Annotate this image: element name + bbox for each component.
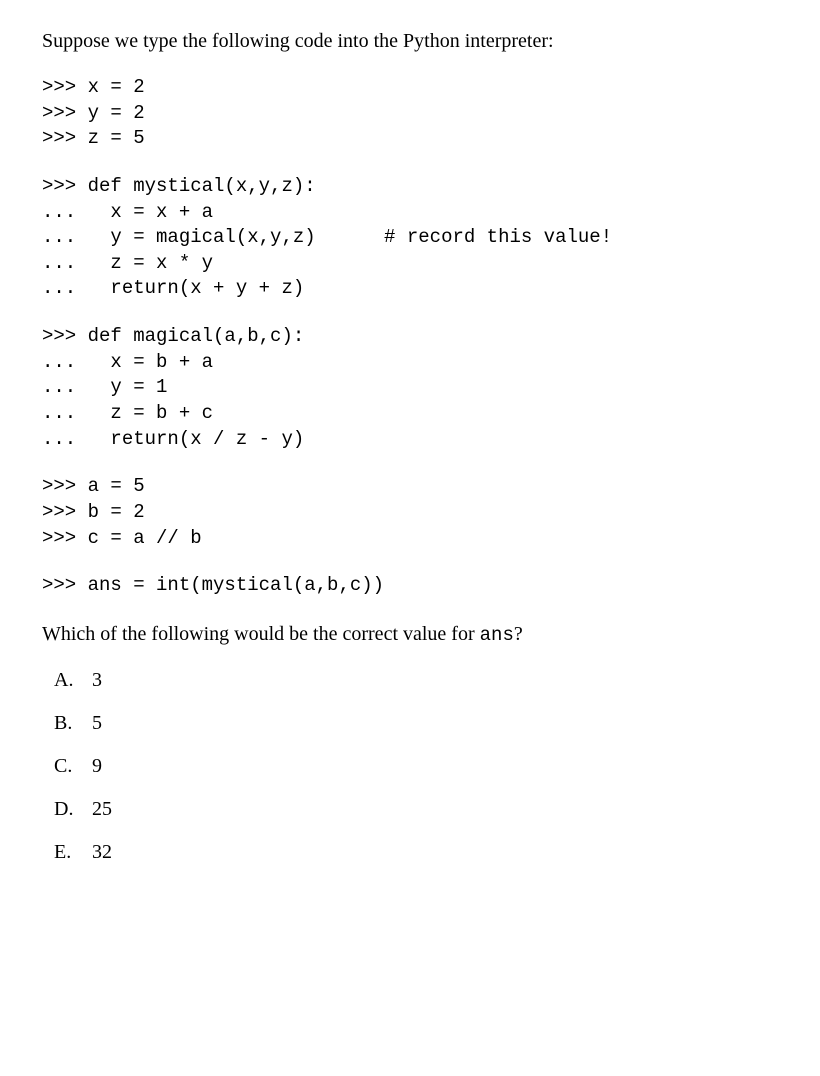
answer-choice-d: D. 25 [54, 798, 778, 821]
answer-list: A. 3 B. 5 C. 9 D. 25 E. 32 [42, 669, 778, 864]
answer-value: 3 [92, 669, 102, 692]
code-block-5: >>> ans = int(mystical(a,b,c)) [42, 573, 778, 599]
question-suffix: ? [514, 623, 523, 645]
answer-value: 32 [92, 841, 112, 864]
answer-choice-a: A. 3 [54, 669, 778, 692]
answer-letter: A. [54, 669, 92, 692]
code-block-3: >>> def magical(a,b,c): ... x = b + a ..… [42, 324, 778, 452]
intro-text: Suppose we type the following code into … [42, 28, 778, 55]
answer-letter: B. [54, 712, 92, 735]
answer-letter: C. [54, 755, 92, 778]
answer-choice-e: E. 32 [54, 841, 778, 864]
question-prefix: Which of the following would be the corr… [42, 623, 480, 645]
answer-value: 25 [92, 798, 112, 821]
answer-choice-c: C. 9 [54, 755, 778, 778]
code-block-4: >>> a = 5 >>> b = 2 >>> c = a // b [42, 474, 778, 551]
answer-letter: D. [54, 798, 92, 821]
page: Suppose we type the following code into … [0, 0, 820, 1076]
answer-value: 9 [92, 755, 102, 778]
answer-letter: E. [54, 841, 92, 864]
question-text: Which of the following would be the corr… [42, 621, 778, 649]
code-block-1: >>> x = 2 >>> y = 2 >>> z = 5 [42, 75, 778, 152]
question-code: ans [480, 624, 514, 646]
code-block-2: >>> def mystical(x,y,z): ... x = x + a .… [42, 174, 778, 302]
answer-value: 5 [92, 712, 102, 735]
answer-choice-b: B. 5 [54, 712, 778, 735]
